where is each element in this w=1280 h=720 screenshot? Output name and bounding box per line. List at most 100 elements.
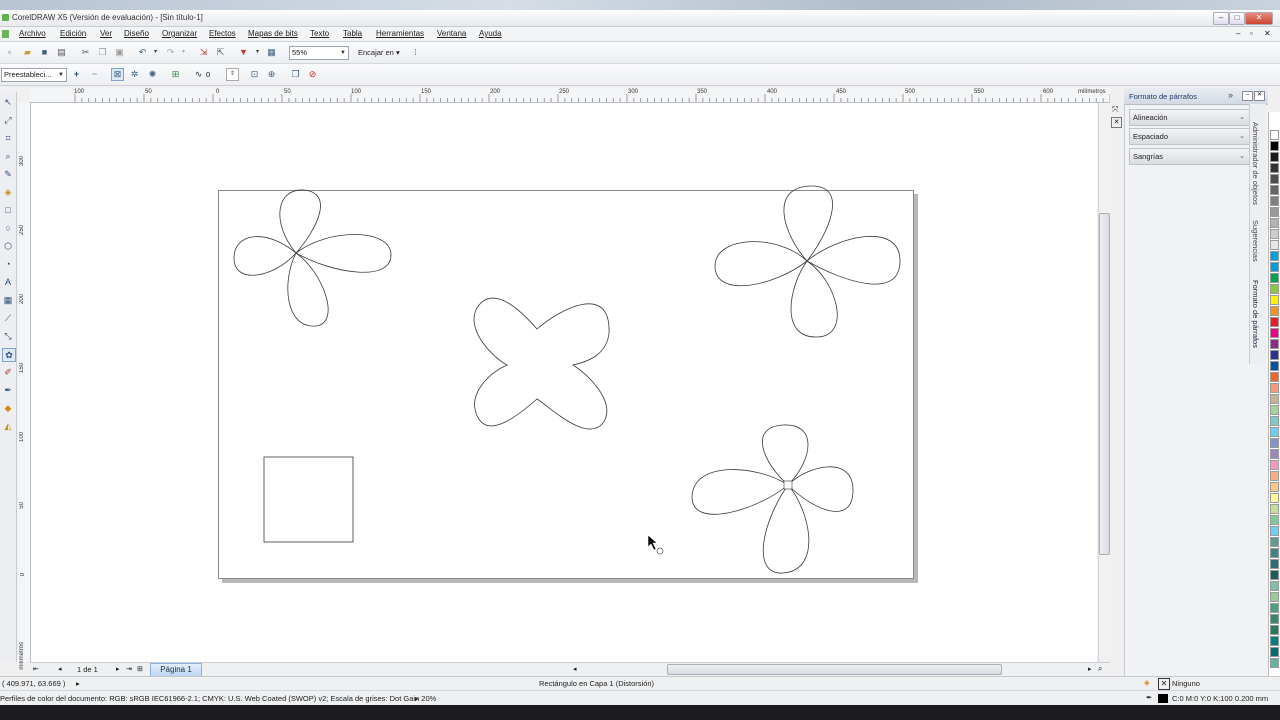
- menu-mapas-de-bits[interactable]: Mapas de bits: [248, 29, 298, 38]
- docker-tab-paragraph-format[interactable]: Formato de párrafos: [1251, 280, 1260, 348]
- options-icon[interactable]: ⁝: [410, 47, 421, 58]
- color-swatch[interactable]: [1270, 372, 1279, 382]
- horizontal-scrollbar-thumb[interactable]: [667, 664, 1002, 675]
- menu-diseno[interactable]: Diseño: [124, 29, 149, 38]
- import-icon[interactable]: ⇲: [198, 47, 209, 58]
- distortion-amplitude-value[interactable]: 0: [206, 70, 210, 79]
- color-swatch[interactable]: [1270, 460, 1279, 470]
- add-preset-icon[interactable]: +: [71, 69, 82, 80]
- new-document-icon[interactable]: ▫: [4, 47, 15, 58]
- next-page-icon[interactable]: ▸: [116, 665, 120, 673]
- copy-distortion-icon[interactable]: ❐: [290, 69, 301, 80]
- freehand-tool-icon[interactable]: ✎: [2, 168, 14, 180]
- table-tool-icon[interactable]: ▦: [2, 294, 14, 306]
- fill-tool-icon[interactable]: ◆: [2, 402, 14, 414]
- color-swatch[interactable]: [1270, 471, 1279, 481]
- color-swatch[interactable]: [1270, 218, 1279, 228]
- add-page-icon[interactable]: ⊞: [137, 665, 143, 673]
- color-swatch[interactable]: [1270, 482, 1279, 492]
- paste-icon[interactable]: ▣: [114, 47, 125, 58]
- undo-dropdown-icon[interactable]: ▾: [150, 47, 161, 58]
- add-new-distortion-icon[interactable]: ⊞: [170, 69, 181, 80]
- text-tool-icon[interactable]: A: [2, 276, 14, 288]
- undo-icon[interactable]: ↶: [137, 47, 148, 58]
- menu-archivo[interactable]: Archivo: [19, 29, 46, 38]
- pick-tool-icon[interactable]: ↖: [2, 96, 14, 108]
- remove-preset-icon[interactable]: −: [89, 69, 100, 80]
- polygon-tool-icon[interactable]: ⬡: [2, 240, 14, 252]
- center-distortion-icon[interactable]: ⊡: [249, 69, 260, 80]
- docker-minimize-button[interactable]: –: [1242, 91, 1253, 101]
- color-swatch[interactable]: [1270, 405, 1279, 415]
- horizontal-ruler[interactable]: 100 50 0 50 100 150 200 250 300 350 400 …: [30, 88, 1110, 103]
- menu-herramientas[interactable]: Herramientas: [376, 29, 424, 38]
- welcome-screen-icon[interactable]: ▦: [266, 47, 277, 58]
- color-swatch[interactable]: [1270, 251, 1279, 261]
- minimize-button[interactable]: –: [1213, 12, 1229, 25]
- color-swatch[interactable]: [1270, 152, 1279, 162]
- vertical-ruler[interactable]: 300 250 200 150 100 50 0 milímetros: [18, 102, 31, 670]
- doc-close-button[interactable]: ✕: [1264, 29, 1271, 38]
- zipper-distortion-icon[interactable]: ✲: [129, 69, 140, 80]
- maximize-button[interactable]: □: [1229, 12, 1245, 25]
- menu-organizar[interactable]: Organizar: [162, 29, 197, 38]
- twister-distortion-icon[interactable]: ✺: [147, 69, 158, 80]
- last-page-icon[interactable]: ⇥: [126, 665, 132, 673]
- page-tab[interactable]: Página 1: [150, 663, 202, 677]
- menu-ayuda[interactable]: Ayuda: [479, 29, 502, 38]
- flower-shape-top-left[interactable]: [233, 189, 392, 327]
- color-swatch[interactable]: [1270, 339, 1279, 349]
- flower-shape-top-right[interactable]: [714, 185, 901, 338]
- coords-arrow-icon[interactable]: ▸: [76, 679, 80, 688]
- color-swatch[interactable]: [1270, 295, 1279, 305]
- flower-shape-bottom-right[interactable]: [691, 424, 854, 574]
- color-swatch[interactable]: [1270, 394, 1279, 404]
- snap-to-button[interactable]: Encajar en ▾: [358, 48, 400, 57]
- color-swatch[interactable]: [1270, 526, 1279, 536]
- close-button[interactable]: ✕: [1245, 12, 1273, 25]
- x-shape-center[interactable]: [473, 297, 610, 430]
- color-swatch[interactable]: [1270, 504, 1279, 514]
- docker-section-sangrias[interactable]: Sangrías ⌄: [1129, 148, 1250, 165]
- interactive-fill-tool-icon[interactable]: ◭: [2, 420, 14, 432]
- color-swatch[interactable]: [1270, 438, 1279, 448]
- color-swatch[interactable]: [1270, 570, 1279, 580]
- open-folder-icon[interactable]: ▰: [22, 47, 33, 58]
- zoom-level-combo[interactable]: 55% ▼: [289, 46, 349, 60]
- export-icon[interactable]: ⇱: [215, 47, 226, 58]
- clear-distortion-icon[interactable]: ⊘: [307, 69, 318, 80]
- color-swatch[interactable]: [1270, 284, 1279, 294]
- color-swatch[interactable]: [1270, 229, 1279, 239]
- color-swatch[interactable]: [1270, 625, 1279, 635]
- launcher-dropdown-icon[interactable]: ▾: [252, 47, 263, 58]
- outline-pen-tool-icon[interactable]: ✒: [2, 384, 14, 396]
- docker-section-alineacion[interactable]: Alineación ⌄: [1129, 109, 1250, 126]
- distort-tool-icon[interactable]: ✿: [2, 348, 16, 362]
- push-pull-distortion-icon[interactable]: ⊠: [111, 68, 124, 81]
- docker-expand-icon[interactable]: »: [1228, 90, 1233, 100]
- crop-tool-icon[interactable]: ⌗: [2, 132, 14, 144]
- color-swatch[interactable]: [1270, 559, 1279, 569]
- color-swatch[interactable]: [1270, 196, 1279, 206]
- color-swatch[interactable]: [1270, 537, 1279, 547]
- launcher-icon[interactable]: ▼: [238, 47, 249, 58]
- color-swatch[interactable]: [1270, 361, 1279, 371]
- color-swatch[interactable]: [1270, 273, 1279, 283]
- color-swatch[interactable]: [1270, 262, 1279, 272]
- amplitude-spinner-icon[interactable]: ⇕: [226, 68, 239, 81]
- menu-tabla[interactable]: Tabla: [343, 29, 362, 38]
- color-swatch[interactable]: [1270, 658, 1279, 668]
- color-swatch[interactable]: [1270, 548, 1279, 558]
- color-swatch[interactable]: [1270, 603, 1279, 613]
- distortion-amplitude-icon[interactable]: ∿: [193, 69, 204, 80]
- copy-icon[interactable]: ❐: [97, 47, 108, 58]
- color-swatch[interactable]: [1270, 515, 1279, 525]
- canvas-pin-icon[interactable]: ⤧: [1112, 105, 1118, 115]
- rectangle-tool-icon[interactable]: □: [2, 204, 14, 216]
- cut-icon[interactable]: ✂: [80, 47, 91, 58]
- color-swatch[interactable]: [1270, 317, 1279, 327]
- color-swatch[interactable]: [1270, 383, 1279, 393]
- shape-tool-icon[interactable]: ⤢: [2, 114, 14, 126]
- navigator-icon[interactable]: ⌕: [1098, 664, 1102, 674]
- color-swatch[interactable]: [1270, 328, 1279, 338]
